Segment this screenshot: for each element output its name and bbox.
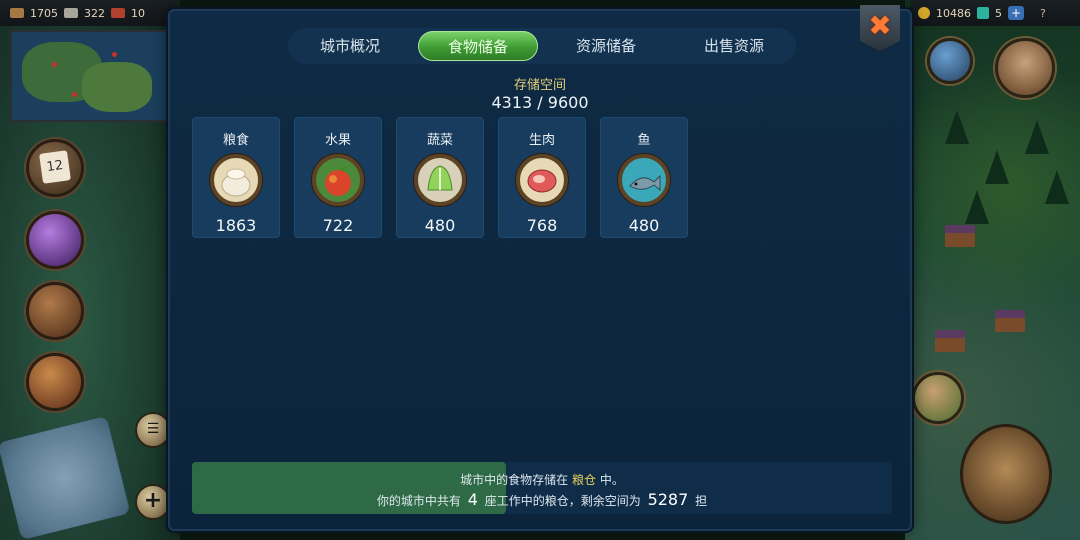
granary-link[interactable]: 粮仓 (572, 473, 596, 487)
minimap[interactable] (10, 30, 168, 122)
zoom-in-button[interactable]: + (135, 484, 171, 520)
tree (945, 110, 969, 144)
info-text: 你的城市中共有 (376, 494, 461, 508)
food-name: 粮食 (222, 133, 249, 148)
help-icon[interactable]: ? (1040, 7, 1046, 20)
storage-info-bar: 城市中的食物存储在 粮仓 中。 你的城市中共有 4 座工作中的粮仓，剩余空间为 … (192, 462, 892, 514)
apple-icon (312, 154, 364, 206)
food-amount: 480 (628, 216, 660, 235)
resource-bar-left: 1705 322 10 (0, 0, 175, 26)
gold-count: 10486 (936, 6, 971, 20)
food-card-vegetable[interactable]: 蔬菜 480 (396, 117, 484, 238)
advisor-avatar[interactable] (995, 38, 1055, 98)
gem-icon (977, 7, 989, 19)
tab-food-storage[interactable]: 食物储备 (418, 31, 538, 61)
tree (985, 150, 1009, 184)
storage-space-label: 存储空间 (513, 78, 566, 93)
potion-button[interactable] (26, 211, 84, 269)
tab-sell-resources[interactable]: 出售资源 (674, 31, 794, 61)
info-unit: 担 (695, 494, 708, 508)
tab-resource-storage[interactable]: 资源储备 (546, 31, 666, 61)
minimap-land (82, 62, 152, 112)
food-card-list: 粮食 1863 水果 722 蔬菜 480 生肉 768 鱼 480 (192, 117, 688, 238)
brick-icon (111, 8, 125, 18)
food-amount: 1863 (215, 216, 257, 235)
backpack-button[interactable] (26, 282, 84, 340)
tree (1025, 120, 1049, 154)
food-amount: 480 (424, 216, 456, 235)
buy-gems-button[interactable]: + (1008, 6, 1024, 20)
gem-count: 5 (995, 6, 1002, 20)
info-line-1: 城市中的食物存储在 粮仓 中。 (192, 471, 892, 488)
world-globe-button[interactable] (927, 38, 973, 84)
fish-icon (618, 154, 670, 206)
gold-icon (918, 7, 930, 19)
food-amount: 722 (322, 216, 354, 235)
minimap-marker (112, 52, 117, 57)
tab-city-overview[interactable]: 城市概况 (290, 31, 410, 61)
wood-icon (10, 8, 24, 18)
stone-count: 322 (84, 6, 105, 20)
grain-sack-icon (210, 154, 262, 206)
storage-space-value: 4313 / 9600 (491, 93, 589, 112)
hammer-build-button[interactable] (960, 424, 1052, 524)
resource-bar-right: 10486 5 + ? (910, 0, 1080, 26)
food-card-grain[interactable]: 粮食 1863 (192, 117, 280, 238)
house (935, 330, 965, 352)
minimap-marker (72, 92, 77, 97)
meat-icon (516, 154, 568, 206)
house (995, 310, 1025, 332)
food-storage-dialog: 城市概况 食物储备 资源储备 出售资源 ✖ 存储空间 4313 / 9600 粮… (168, 5, 912, 531)
wood-count: 1705 (30, 6, 58, 20)
granary-count: 4 (467, 490, 478, 509)
food-name: 蔬菜 (426, 133, 453, 148)
food-card-fish[interactable]: 鱼 480 (600, 117, 688, 238)
food-name: 鱼 (637, 133, 651, 148)
food-amount: 768 (526, 216, 558, 235)
info-text: 中。 (599, 473, 624, 487)
tree (965, 190, 989, 224)
food-name: 生肉 (528, 133, 555, 148)
cabbage-icon (414, 154, 466, 206)
info-text: 座工作中的粮仓，剩余空间为 (484, 494, 641, 508)
close-icon: ✖ (868, 8, 892, 42)
food-card-fruit[interactable]: 水果 722 (294, 117, 382, 238)
info-line-2: 你的城市中共有 4 座工作中的粮仓，剩余空间为 5287 担 (192, 490, 892, 509)
close-button[interactable]: ✖ (860, 5, 900, 51)
house (945, 225, 975, 247)
tab-bar: 城市概况 食物储备 资源储备 出售资源 (288, 28, 796, 64)
brick-count: 10 (131, 6, 145, 20)
calendar-button[interactable]: 12 (26, 139, 84, 197)
market-cart-button[interactable] (26, 353, 84, 411)
tree (1045, 170, 1069, 204)
minimap-marker (52, 62, 57, 67)
layers-button[interactable]: ☰ (135, 412, 171, 448)
info-text: 城市中的食物存储在 (460, 473, 569, 487)
food-card-meat[interactable]: 生肉 768 (498, 117, 586, 238)
food-name: 水果 (324, 133, 351, 148)
calendar-icon: 12 (39, 150, 71, 184)
road-build-button[interactable] (912, 372, 964, 424)
remaining-space: 5287 (647, 490, 689, 509)
stone-icon (64, 8, 78, 18)
